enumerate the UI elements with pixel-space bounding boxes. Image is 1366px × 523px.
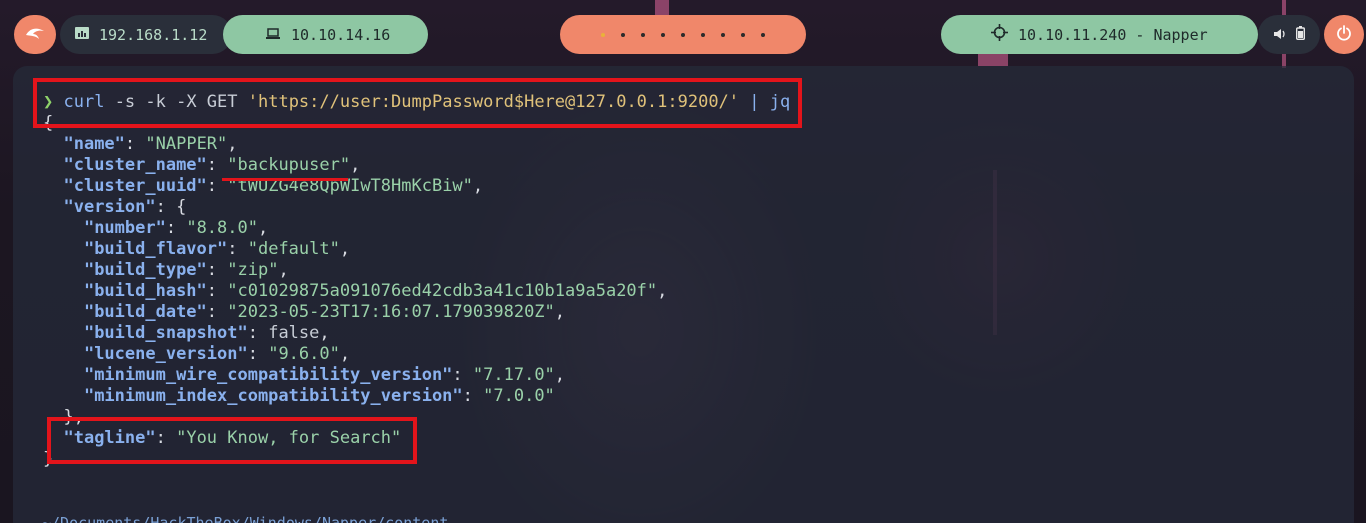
target-indicator: 10.10.11.240 - Napper (941, 15, 1258, 54)
json-value: "backupuser" (227, 155, 351, 175)
workspace-dot[interactable] (681, 32, 685, 37)
power-button[interactable] (1324, 15, 1364, 54)
json-key: "version" (63, 197, 156, 217)
json-line: "build_flavor": "default", (83, 239, 351, 259)
workspace-dot[interactable] (621, 32, 625, 37)
volume-icon[interactable] (1273, 25, 1286, 44)
json-value: "2023-05-23T17:16:07.179039820Z" (227, 302, 555, 322)
system-status (1258, 15, 1320, 54)
workspace-dot[interactable] (601, 32, 605, 37)
vpn-ip-text: 10.10.14.16 (291, 25, 391, 44)
next-prompt-path: ~/Documents/HackTheBox/Windows/Napper/co… (42, 514, 449, 523)
json-key: "minimum_index_compatibility_version" (83, 386, 463, 406)
json-line: "build_date": "2023-05-23T17:16:07.17903… (83, 302, 566, 322)
laptop-icon (265, 25, 281, 44)
tagline-highlight-box (47, 417, 417, 464)
kali-dragon-icon (25, 25, 45, 44)
json-value: "7.0.0" (483, 386, 555, 406)
json-key: "build_snapshot" (83, 323, 248, 343)
battery-icon (1295, 25, 1305, 44)
json-key: "cluster_uuid" (63, 176, 207, 196)
workspace-dot[interactable] (741, 32, 745, 37)
json-line: "lucene_version": "9.6.0", (83, 344, 351, 364)
json-line: "build_type": "zip", (83, 260, 289, 280)
json-key: "build_hash" (83, 281, 207, 301)
json-line: "cluster_name": "backupuser", (63, 155, 361, 175)
json-key: "number" (83, 218, 166, 238)
workspace-dot[interactable] (721, 32, 725, 37)
cluster-name-underline (222, 178, 348, 181)
command-highlight-box (33, 78, 802, 128)
json-line: "version": { (63, 197, 187, 217)
json-line: "build_snapshot": false, (83, 323, 330, 343)
local-ip-indicator: 192.168.1.12 (60, 15, 232, 54)
power-icon (1336, 24, 1352, 45)
json-value: "NAPPER" (145, 134, 228, 154)
workspace-dot[interactable] (761, 32, 765, 37)
terminal-output: ❯ curl -s -k -X GET 'https://user:DumpPa… (43, 92, 1344, 470)
target-text: 10.10.11.240 - Napper (1018, 25, 1208, 44)
json-value: "9.6.0" (268, 344, 340, 364)
json-value: "zip" (227, 260, 279, 280)
launcher-button[interactable] (14, 15, 56, 54)
local-ip-text: 192.168.1.12 (99, 25, 208, 44)
json-line: "minimum_index_compatibility_version": "… (83, 386, 555, 406)
json-key: "minimum_wire_compatibility_version" (83, 365, 453, 385)
json-value: "default" (247, 239, 340, 259)
json-key: "build_type" (83, 260, 207, 280)
workspace-dot[interactable] (701, 32, 705, 37)
json-key: "name" (63, 134, 125, 154)
json-value: "7.17.0" (472, 365, 555, 385)
workspace-dot[interactable] (661, 32, 665, 37)
json-line: "name": "NAPPER", (63, 134, 238, 154)
network-icon (74, 25, 90, 44)
workspace-switcher[interactable] (560, 15, 806, 54)
json-key: "cluster_name" (63, 155, 207, 175)
json-key: "lucene_version" (83, 344, 248, 364)
json-value: "c01029875a091076ed42cdb3a41c10b1a9a5a20… (227, 281, 658, 301)
json-line: "build_hash": "c01029875a091076ed42cdb3a… (83, 281, 668, 301)
json-line: "number": "8.8.0", (83, 218, 269, 238)
json-key: "build_flavor" (83, 239, 228, 259)
crosshair-icon (991, 24, 1008, 45)
vpn-ip-indicator: 10.10.14.16 (223, 15, 428, 54)
json-value: false (268, 323, 320, 343)
json-value: "8.8.0" (186, 218, 258, 238)
json-line: "minimum_wire_compatibility_version": "7… (83, 365, 566, 385)
workspace-dot[interactable] (641, 32, 645, 37)
json-key: "build_date" (83, 302, 207, 322)
